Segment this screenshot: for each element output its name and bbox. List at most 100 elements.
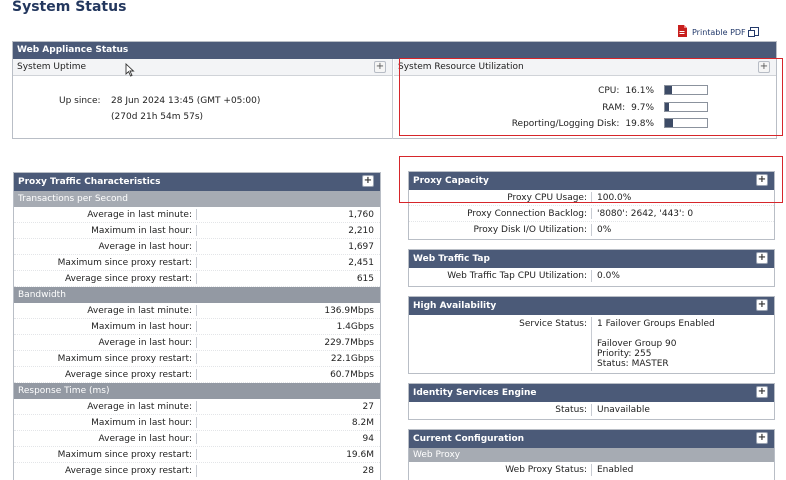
printable-pdf-link[interactable]: Printable PDF: [676, 25, 759, 37]
expand-identity-services-button[interactable]: +: [756, 386, 768, 398]
current-configuration-title: Current Configuration: [413, 434, 525, 444]
table-row: Proxy Disk I/O Utilization: 0%: [409, 222, 774, 238]
row-separator: [196, 433, 197, 444]
highlight-box-resources: [399, 58, 783, 136]
row-value: 22.1Gbps: [330, 354, 374, 364]
row-value: 136.9Mbps: [324, 306, 374, 316]
failover-group-status: Status: MASTER: [597, 359, 669, 369]
row-separator: [196, 257, 197, 268]
row-separator: [196, 225, 197, 236]
row-label: Average in last minute:: [87, 210, 192, 220]
table-row: Average in last hour: 1,697: [14, 239, 380, 255]
table-row: Status: Unavailable: [409, 402, 774, 418]
table-row: Average in last minute: 1,760: [14, 207, 380, 223]
row-value: 28: [362, 466, 374, 476]
high-availability-panel: High Availability + Service Status: 1 Fa…: [408, 296, 775, 374]
row-separator: [196, 369, 197, 380]
row-value: 1,697: [348, 242, 374, 252]
popout-icon[interactable]: [747, 27, 759, 37]
system-uptime-title: System Uptime: [17, 62, 87, 72]
row-label: Average since proxy restart:: [64, 370, 192, 380]
table-row: Web Traffic Tap CPU Utilization: 0.0%: [409, 268, 774, 284]
row-separator: [196, 337, 197, 348]
identity-services-header: Identity Services Engine +: [409, 384, 774, 402]
row-separator: [591, 208, 592, 219]
system-uptime-box: System Uptime + Up since: 28 Jun 2024 13…: [13, 59, 393, 139]
row-label: Maximum since proxy restart:: [57, 450, 192, 460]
high-availability-header: High Availability +: [409, 297, 774, 315]
row-label: Maximum in last hour:: [91, 418, 192, 428]
row-label: Maximum since proxy restart:: [57, 354, 192, 364]
row-value: 0.0%: [597, 271, 620, 281]
row-separator: [196, 449, 197, 460]
failover-group-details: Failover Group 90 Priority: 255 Status: …: [597, 339, 677, 369]
row-label: Maximum in last hour:: [91, 322, 192, 332]
row-value: 1.4Gbps: [336, 322, 374, 332]
failover-group-name: Failover Group 90: [597, 339, 677, 349]
expand-current-configuration-button[interactable]: +: [756, 432, 768, 444]
table-row: Maximum since proxy restart: 2,451: [14, 255, 380, 271]
row-label: Status:: [555, 405, 587, 415]
table-row: Web Proxy Status: Enabled: [409, 462, 774, 478]
system-uptime-subhead: System Uptime +: [13, 59, 392, 76]
row-separator: [196, 465, 197, 477]
high-availability-title: High Availability: [413, 301, 497, 311]
expand-high-availability-button[interactable]: +: [756, 299, 768, 311]
table-row: Average in last minute: 27: [14, 399, 380, 415]
row-value: 0%: [597, 225, 612, 235]
expand-web-traffic-tap-button[interactable]: +: [756, 252, 768, 264]
printable-pdf-label[interactable]: Printable PDF: [692, 28, 746, 37]
uptime-duration: (270d 21h 54m 57s): [111, 112, 204, 122]
row-separator: [196, 401, 197, 412]
web-traffic-tap-title: Web Traffic Tap: [413, 254, 490, 264]
row-separator: [196, 417, 197, 428]
table-row: Maximum in last hour: 1.4Gbps: [14, 319, 380, 335]
row-label: Web Proxy Status:: [505, 465, 587, 475]
service-status-value: 1 Failover Groups Enabled: [597, 319, 715, 329]
row-value: 8.2M: [351, 418, 374, 428]
table-row: Maximum since proxy restart: 19.6M: [14, 447, 380, 463]
service-status-label: Service Status:: [519, 319, 587, 329]
row-label: Proxy Connection Backlog:: [467, 209, 587, 219]
highlight-box-capacity: [399, 156, 783, 203]
table-row: Average in last minute: 136.9Mbps: [14, 303, 380, 319]
row-label: Average in last hour:: [98, 338, 192, 348]
row-value: 2,210: [348, 226, 374, 236]
proxy-traffic-panel: Proxy Traffic Characteristics + Transact…: [13, 172, 381, 480]
row-separator: [196, 273, 197, 284]
pdf-icon: [676, 25, 688, 37]
row-value: Enabled: [597, 465, 634, 475]
section-header: Transactions per Second: [14, 191, 380, 207]
row-value: 19.6M: [346, 450, 374, 460]
ha-separator: [591, 317, 592, 371]
up-since-value: 28 Jun 2024 13:45 (GMT +05:00): [111, 96, 261, 106]
row-separator: [591, 404, 592, 416]
proxy-traffic-header: Proxy Traffic Characteristics +: [14, 173, 380, 191]
row-separator: [196, 305, 197, 316]
table-row: Maximum in last hour: 8.2M: [14, 415, 380, 431]
web-appliance-status-header: Web Appliance Status: [13, 42, 776, 59]
web-traffic-tap-rows: Web Traffic Tap CPU Utilization: 0.0%: [409, 268, 774, 284]
row-separator: [196, 209, 197, 220]
table-row: Average since proxy restart: 615: [14, 271, 380, 287]
row-label: Average in last minute:: [87, 402, 192, 412]
row-separator: [196, 353, 197, 364]
expand-uptime-button[interactable]: +: [374, 61, 386, 73]
identity-services-title: Identity Services Engine: [413, 388, 537, 398]
row-label: Average in last minute:: [87, 306, 192, 316]
row-value: 1,760: [348, 210, 374, 220]
identity-services-panel: Identity Services Engine + Status: Unavai…: [408, 383, 775, 420]
row-label: Maximum since proxy restart:: [57, 258, 192, 268]
table-row: Average in last hour: 229.7Mbps: [14, 335, 380, 351]
identity-services-rows: Status: Unavailable: [409, 402, 774, 418]
table-row: Average since proxy restart: 28: [14, 463, 380, 479]
row-value: 94: [362, 434, 374, 444]
table-row: Average since proxy restart: 60.7Mbps: [14, 367, 380, 383]
row-label: Average since proxy restart:: [64, 274, 192, 284]
row-separator: [591, 464, 592, 476]
row-separator: [591, 270, 592, 282]
mouse-cursor-icon: [125, 62, 135, 80]
expand-proxy-traffic-button[interactable]: +: [362, 175, 374, 187]
table-row: Maximum since proxy restart: 22.1Gbps: [14, 351, 380, 367]
current-configuration-rows: Web Proxy Status: Enabled: [409, 462, 774, 478]
